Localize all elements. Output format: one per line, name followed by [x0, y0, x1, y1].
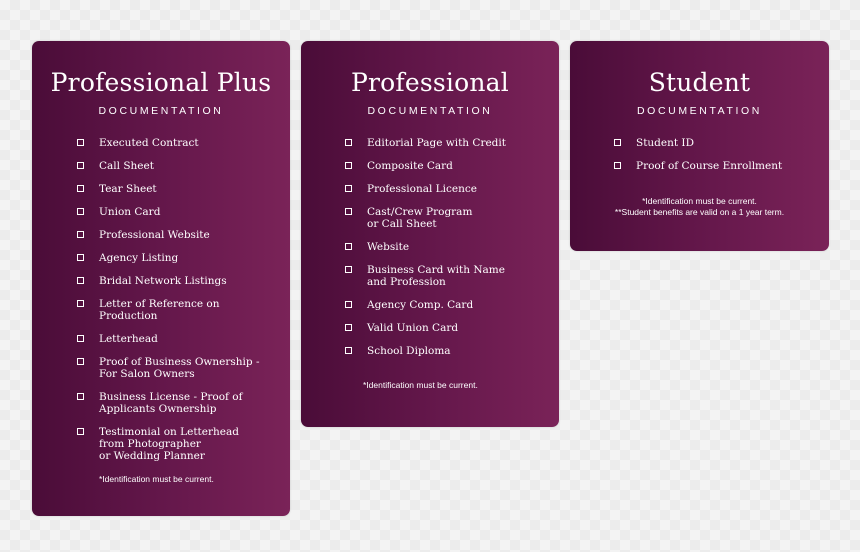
student-card: Student DOCUMENTATION Student ID Proof o… [570, 41, 829, 251]
list-item: Letter of Reference on Production [77, 298, 280, 322]
card-title: Professional Plus [50, 68, 272, 97]
list-item: Business Card with Name and Profession [345, 264, 549, 288]
professional-card: Professional DOCUMENTATION Editorial Pag… [301, 41, 559, 427]
checkbox-icon [77, 300, 84, 307]
list-item: Call Sheet [77, 160, 280, 172]
list-item: Bridal Network Listings [77, 275, 280, 287]
card-subtitle: DOCUMENTATION [637, 105, 762, 117]
item-label: Professional Licence [367, 183, 477, 195]
item-label: Call Sheet [99, 160, 154, 172]
checkbox-icon [345, 301, 352, 308]
list-item: Business License - Proof of Applicants O… [77, 391, 280, 415]
item-label: Letterhead [99, 333, 158, 345]
checkbox-icon [345, 266, 352, 273]
list-item: Proof of Business Ownership - For Salon … [77, 356, 280, 380]
checkbox-icon [77, 139, 84, 146]
item-label: Proof of Course Enrollment [636, 160, 783, 172]
list-item: Professional Website [77, 229, 280, 241]
item-label: Cast/Crew Program or Call Sheet [367, 206, 473, 230]
list-item: Testimonial on Letterhead from Photograp… [77, 426, 280, 462]
item-label: School Diploma [367, 345, 451, 357]
checkbox-icon [77, 162, 84, 169]
list-item: Letterhead [77, 333, 280, 345]
checkbox-icon [345, 347, 352, 354]
list-item: Union Card [77, 206, 280, 218]
checkbox-icon [614, 162, 621, 169]
list-item: Tear Sheet [77, 183, 280, 195]
list-item: Editorial Page with Credit [345, 137, 549, 149]
item-label: Letter of Reference on Production [99, 298, 220, 322]
checkbox-icon [77, 358, 84, 365]
checkbox-icon [345, 139, 352, 146]
item-label: Agency Listing [99, 252, 179, 264]
card-subtitle: DOCUMENTATION [367, 105, 493, 117]
checkbox-icon [345, 208, 352, 215]
list-item: Valid Union Card [345, 322, 549, 334]
list-item: Proof of Course Enrollment [614, 160, 819, 172]
item-label: Professional Website [99, 229, 210, 241]
item-label: Business License - Proof of Applicants O… [99, 391, 243, 415]
list-item: Professional Licence [345, 183, 549, 195]
card-title: Professional [351, 68, 509, 97]
list-item: Website [345, 241, 549, 253]
checkbox-icon [77, 393, 84, 400]
list-item: Executed Contract [77, 137, 280, 149]
item-label: Tear Sheet [99, 183, 157, 195]
item-label: Valid Union Card [367, 322, 459, 334]
item-label: Executed Contract [99, 137, 199, 149]
item-label: Editorial Page with Credit [367, 137, 506, 149]
checkbox-icon [345, 324, 352, 331]
item-label: Bridal Network Listings [99, 275, 227, 287]
identification-note: *Identification must be current. **Stude… [614, 196, 785, 217]
checkbox-icon [77, 208, 84, 215]
card-subtitle: DOCUMENTATION [98, 105, 224, 117]
documentation-list: Editorial Page with Credit Composite Car… [345, 137, 549, 368]
checkbox-icon [77, 231, 84, 238]
item-label: Business Card with Name and Profession [367, 264, 505, 288]
identification-note: *Identification must be current. [363, 380, 478, 390]
list-item: Student ID [614, 137, 819, 149]
checkbox-icon [77, 335, 84, 342]
list-item: Cast/Crew Program or Call Sheet [345, 206, 549, 230]
item-label: Union Card [99, 206, 161, 218]
card-title: Student [648, 68, 751, 97]
documentation-list: Executed Contract Call Sheet Tear Sheet … [77, 137, 280, 473]
item-label: Testimonial on Letterhead from Photograp… [99, 426, 239, 462]
item-label: Student ID [636, 137, 694, 149]
checkbox-icon [345, 185, 352, 192]
identification-note: *Identification must be current. [99, 474, 214, 484]
item-label: Agency Comp. Card [367, 299, 474, 311]
item-label: Website [367, 241, 410, 253]
checkbox-icon [77, 254, 84, 261]
list-item: Agency Comp. Card [345, 299, 549, 311]
item-label: Composite Card [367, 160, 453, 172]
checkbox-icon [77, 185, 84, 192]
list-item: Agency Listing [77, 252, 280, 264]
checkbox-icon [77, 428, 84, 435]
item-label: Proof of Business Ownership - For Salon … [99, 356, 260, 380]
professional-plus-card: Professional Plus DOCUMENTATION Executed… [32, 41, 290, 516]
checkbox-icon [345, 243, 352, 250]
checkbox-icon [614, 139, 621, 146]
checkbox-icon [345, 162, 352, 169]
list-item: Composite Card [345, 160, 549, 172]
list-item: School Diploma [345, 345, 549, 357]
documentation-list: Student ID Proof of Course Enrollment [614, 137, 819, 183]
checkbox-icon [77, 277, 84, 284]
